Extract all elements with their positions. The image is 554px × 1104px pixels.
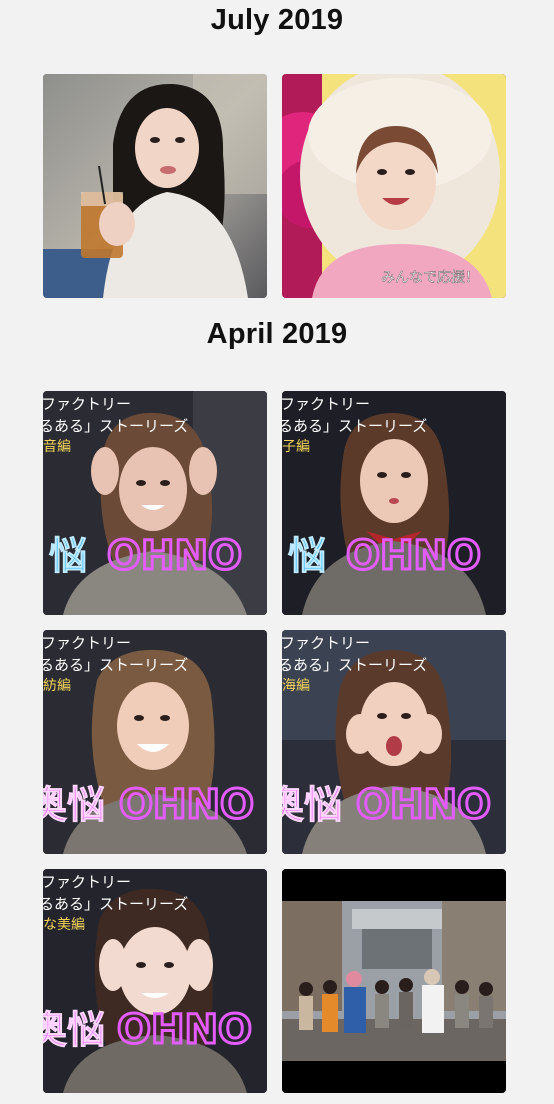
neon-ohno: OHNO	[346, 533, 481, 579]
caption-line2: るある」ストーリーズ	[43, 895, 188, 913]
caption-line1: ファクトリー	[43, 395, 131, 413]
neon-kanji: 奥悩	[43, 783, 105, 827]
neon-ohno: OHNO	[356, 782, 491, 828]
caption-line2: るある」ストーリーズ	[282, 656, 427, 674]
thumbnail-image: ファクトリー るある」ストーリーズ 音編 悩 OHNO	[43, 391, 267, 615]
caption-line2: るある」ストーリーズ	[43, 417, 188, 435]
caption-line2: るある」ストーリーズ	[282, 417, 427, 435]
video-thumbnail-april-1[interactable]: ファクトリー るある」ストーリーズ 音編 悩 OHNO	[43, 391, 267, 615]
caption-line3: 子編	[282, 439, 310, 455]
caption-line3: 音編	[43, 438, 71, 455]
neon-kanji: 悩	[288, 534, 326, 578]
caption-line2: るある」ストーリーズ	[43, 656, 188, 674]
caption-line1: ファクトリー	[43, 873, 131, 891]
thumbnail-image: みんなで応援！	[282, 74, 506, 298]
caption-line3: な美編	[43, 917, 85, 933]
section-title-april: April 2019	[206, 318, 348, 350]
video-thumbnail-april-2[interactable]: ファクトリー るある」ストーリーズ 子編 悩 OHNO	[282, 391, 506, 615]
section-title-july: July 2019	[210, 4, 344, 36]
thumbnail-image: ファクトリー るある」ストーリーズ 海編 奥悩 OHNO	[282, 630, 506, 854]
video-thumbnail-july-1[interactable]	[43, 74, 267, 298]
video-thumbnail-april-5[interactable]: ファクトリー るある」ストーリーズ な美編 奥悩 OHNO	[43, 869, 267, 1093]
neon-kanji: 奥悩	[282, 783, 342, 827]
thumbnail-image: ファクトリー るある」ストーリーズ 紡編 奥悩 OHNO	[43, 630, 267, 854]
video-caption: みんなで応援！	[381, 270, 479, 286]
thumbnail-image	[43, 74, 267, 298]
video-thumbnail-april-3[interactable]: ファクトリー るある」ストーリーズ 紡編 奥悩 OHNO	[43, 630, 267, 854]
caption-line1: ファクトリー	[282, 395, 370, 413]
neon-kanji: 奥悩	[43, 1008, 105, 1052]
video-thumbnail-july-2[interactable]: みんなで応援！	[282, 74, 506, 298]
neon-ohno: OHNO	[119, 782, 254, 828]
thumbnail-image	[282, 869, 506, 1093]
thumbnail-image: ファクトリー るある」ストーリーズ 子編 悩 OHNO	[282, 391, 506, 615]
neon-ohno: OHNO	[117, 1007, 252, 1053]
neon-ohno: OHNO	[107, 533, 242, 579]
video-thumbnail-april-4[interactable]: ファクトリー るある」ストーリーズ 海編 奥悩 OHNO	[282, 630, 506, 854]
thumbnail-image: ファクトリー るある」ストーリーズ な美編 奥悩 OHNO	[43, 869, 267, 1093]
neon-kanji: 悩	[49, 534, 87, 578]
caption-line3: 紡編	[43, 678, 71, 694]
caption-line1: ファクトリー	[282, 634, 370, 652]
video-thumbnail-april-6[interactable]	[282, 869, 506, 1093]
caption-line3: 海編	[282, 678, 310, 694]
caption-line1: ファクトリー	[43, 634, 131, 652]
